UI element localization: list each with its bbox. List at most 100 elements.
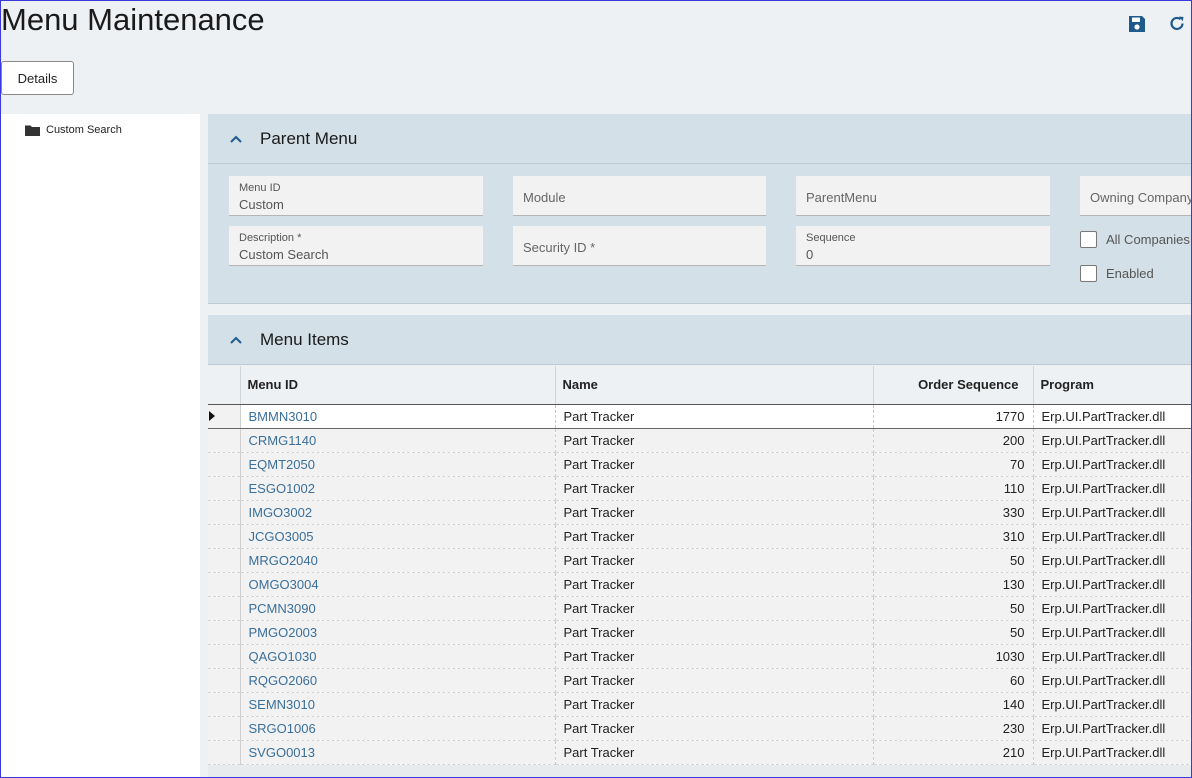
table-row[interactable]: SRGO1006 Part Tracker 230 Erp.UI.PartTra… — [208, 716, 1192, 741]
table-row[interactable]: SVGO0013 Part Tracker 210 Erp.UI.PartTra… — [208, 740, 1192, 765]
row-selector[interactable] — [208, 596, 241, 621]
menu-id-link[interactable]: BMMN3010 — [240, 403, 556, 429]
program-cell: Erp.UI.PartTracker.dll — [1033, 692, 1192, 717]
table-row[interactable]: OMGO3004 Part Tracker 130 Erp.UI.PartTra… — [208, 572, 1192, 597]
table-row[interactable]: IMGO3002 Part Tracker 330 Erp.UI.PartTra… — [208, 500, 1192, 525]
table-row[interactable]: RQGO2060 Part Tracker 60 Erp.UI.PartTrac… — [208, 668, 1192, 693]
parent-menu-placeholder: ParentMenu — [806, 190, 877, 205]
refresh-icon[interactable] — [1167, 14, 1187, 34]
name-cell: Part Tracker — [555, 716, 874, 741]
program-cell: Erp.UI.PartTracker.dll — [1033, 403, 1192, 429]
order-cell: 70 — [873, 452, 1034, 477]
all-companies-checkbox[interactable]: All Companies — [1080, 231, 1190, 248]
column-header-order-sequence[interactable]: Order Sequence — [873, 366, 1034, 405]
menu-items-grid: Menu ID Name Order Sequence Program BMMN… — [208, 366, 1192, 765]
table-row[interactable]: BMMN3010 Part Tracker 1770 Erp.UI.PartTr… — [208, 403, 1192, 429]
order-cell: 110 — [873, 476, 1034, 501]
row-selector-header — [208, 366, 241, 405]
table-row[interactable]: ESGO1002 Part Tracker 110 Erp.UI.PartTra… — [208, 476, 1192, 501]
order-cell: 1030 — [873, 644, 1034, 669]
menu-id-field[interactable]: Menu ID Custom — [229, 176, 483, 216]
row-selector[interactable] — [208, 428, 241, 453]
owning-company-field[interactable]: Owning Company — [1080, 176, 1192, 216]
checkbox-box[interactable] — [1080, 265, 1097, 282]
menu-id-link[interactable]: JCGO3005 — [240, 524, 556, 549]
row-selector[interactable] — [208, 524, 241, 549]
save-icon[interactable] — [1127, 14, 1147, 34]
column-header-program[interactable]: Program — [1033, 366, 1192, 405]
enabled-checkbox[interactable]: Enabled — [1080, 265, 1154, 282]
row-selector[interactable] — [208, 716, 241, 741]
menu-id-label: Menu ID — [239, 182, 281, 194]
chevron-up-icon[interactable] — [228, 332, 244, 348]
row-selector[interactable] — [208, 668, 241, 693]
table-row[interactable]: EQMT2050 Part Tracker 70 Erp.UI.PartTrac… — [208, 452, 1192, 477]
row-selector[interactable] — [208, 476, 241, 501]
menu-id-link[interactable]: SEMN3010 — [240, 692, 556, 717]
menu-id-link[interactable]: PMGO2003 — [240, 620, 556, 645]
name-cell: Part Tracker — [555, 476, 874, 501]
program-cell: Erp.UI.PartTracker.dll — [1033, 644, 1192, 669]
table-row[interactable]: PMGO2003 Part Tracker 50 Erp.UI.PartTrac… — [208, 620, 1192, 645]
menu-id-link[interactable]: RQGO2060 — [240, 668, 556, 693]
order-cell: 50 — [873, 596, 1034, 621]
tree-item-custom-search[interactable]: Custom Search — [25, 124, 122, 136]
menu-id-link[interactable]: SVGO0013 — [240, 740, 556, 765]
row-selector[interactable] — [208, 548, 241, 573]
all-companies-label: All Companies — [1106, 232, 1190, 247]
order-cell: 310 — [873, 524, 1034, 549]
folder-icon — [25, 125, 40, 136]
program-cell: Erp.UI.PartTracker.dll — [1033, 668, 1192, 693]
menu-id-link[interactable]: QAGO1030 — [240, 644, 556, 669]
row-selector[interactable] — [208, 620, 241, 645]
current-row-arrow-icon — [209, 411, 215, 421]
module-field[interactable]: Module — [513, 176, 766, 216]
name-cell: Part Tracker — [555, 524, 874, 549]
checkbox-box[interactable] — [1080, 231, 1097, 248]
row-selector[interactable] — [208, 452, 241, 477]
order-cell: 140 — [873, 692, 1034, 717]
row-selector[interactable] — [208, 692, 241, 717]
name-cell: Part Tracker — [555, 428, 874, 453]
program-cell: Erp.UI.PartTracker.dll — [1033, 428, 1192, 453]
menu-id-link[interactable]: MRGO2040 — [240, 548, 556, 573]
name-cell: Part Tracker — [555, 403, 874, 429]
column-header-menu-id[interactable]: Menu ID — [240, 366, 556, 405]
chevron-up-icon[interactable] — [228, 131, 244, 147]
menu-id-link[interactable]: ESGO1002 — [240, 476, 556, 501]
table-row[interactable]: JCGO3005 Part Tracker 310 Erp.UI.PartTra… — [208, 524, 1192, 549]
order-cell: 210 — [873, 740, 1034, 765]
table-row[interactable]: CRMG1140 Part Tracker 200 Erp.UI.PartTra… — [208, 428, 1192, 453]
row-selector[interactable] — [208, 644, 241, 669]
grid-footer-strip — [208, 765, 1192, 778]
row-selector[interactable] — [208, 572, 241, 597]
menu-items-title: Menu Items — [260, 329, 349, 349]
column-header-name[interactable]: Name — [555, 366, 874, 405]
table-row[interactable]: QAGO1030 Part Tracker 1030 Erp.UI.PartTr… — [208, 644, 1192, 669]
menu-id-link[interactable]: CRMG1140 — [240, 428, 556, 453]
parent-menu-field[interactable]: ParentMenu — [796, 176, 1050, 216]
parent-menu-title: Parent Menu — [260, 128, 358, 148]
owning-company-placeholder: Owning Company — [1090, 190, 1192, 205]
module-placeholder: Module — [523, 190, 566, 205]
menu-id-link[interactable]: SRGO1006 — [240, 716, 556, 741]
name-cell: Part Tracker — [555, 644, 874, 669]
menu-id-link[interactable]: OMGO3004 — [240, 572, 556, 597]
menu-id-link[interactable]: IMGO3002 — [240, 500, 556, 525]
description-field[interactable]: Description * Custom Search — [229, 226, 483, 266]
security-id-field[interactable]: Security ID * — [513, 226, 766, 266]
menu-id-link[interactable]: EQMT2050 — [240, 452, 556, 477]
row-selector[interactable] — [208, 403, 241, 429]
details-button[interactable]: Details — [1, 61, 74, 95]
menu-items-header: Menu Items — [208, 315, 1192, 365]
menu-id-link[interactable]: PCMN3090 — [240, 596, 556, 621]
table-row[interactable]: PCMN3090 Part Tracker 50 Erp.UI.PartTrac… — [208, 596, 1192, 621]
sequence-field[interactable]: Sequence 0 — [796, 226, 1050, 266]
table-row[interactable]: MRGO2040 Part Tracker 50 Erp.UI.PartTrac… — [208, 548, 1192, 573]
table-row[interactable]: SEMN3010 Part Tracker 140 Erp.UI.PartTra… — [208, 692, 1192, 717]
program-cell: Erp.UI.PartTracker.dll — [1033, 500, 1192, 525]
enabled-label: Enabled — [1106, 266, 1154, 281]
menu-id-value: Custom — [239, 197, 284, 212]
row-selector[interactable] — [208, 740, 241, 765]
row-selector[interactable] — [208, 500, 241, 525]
